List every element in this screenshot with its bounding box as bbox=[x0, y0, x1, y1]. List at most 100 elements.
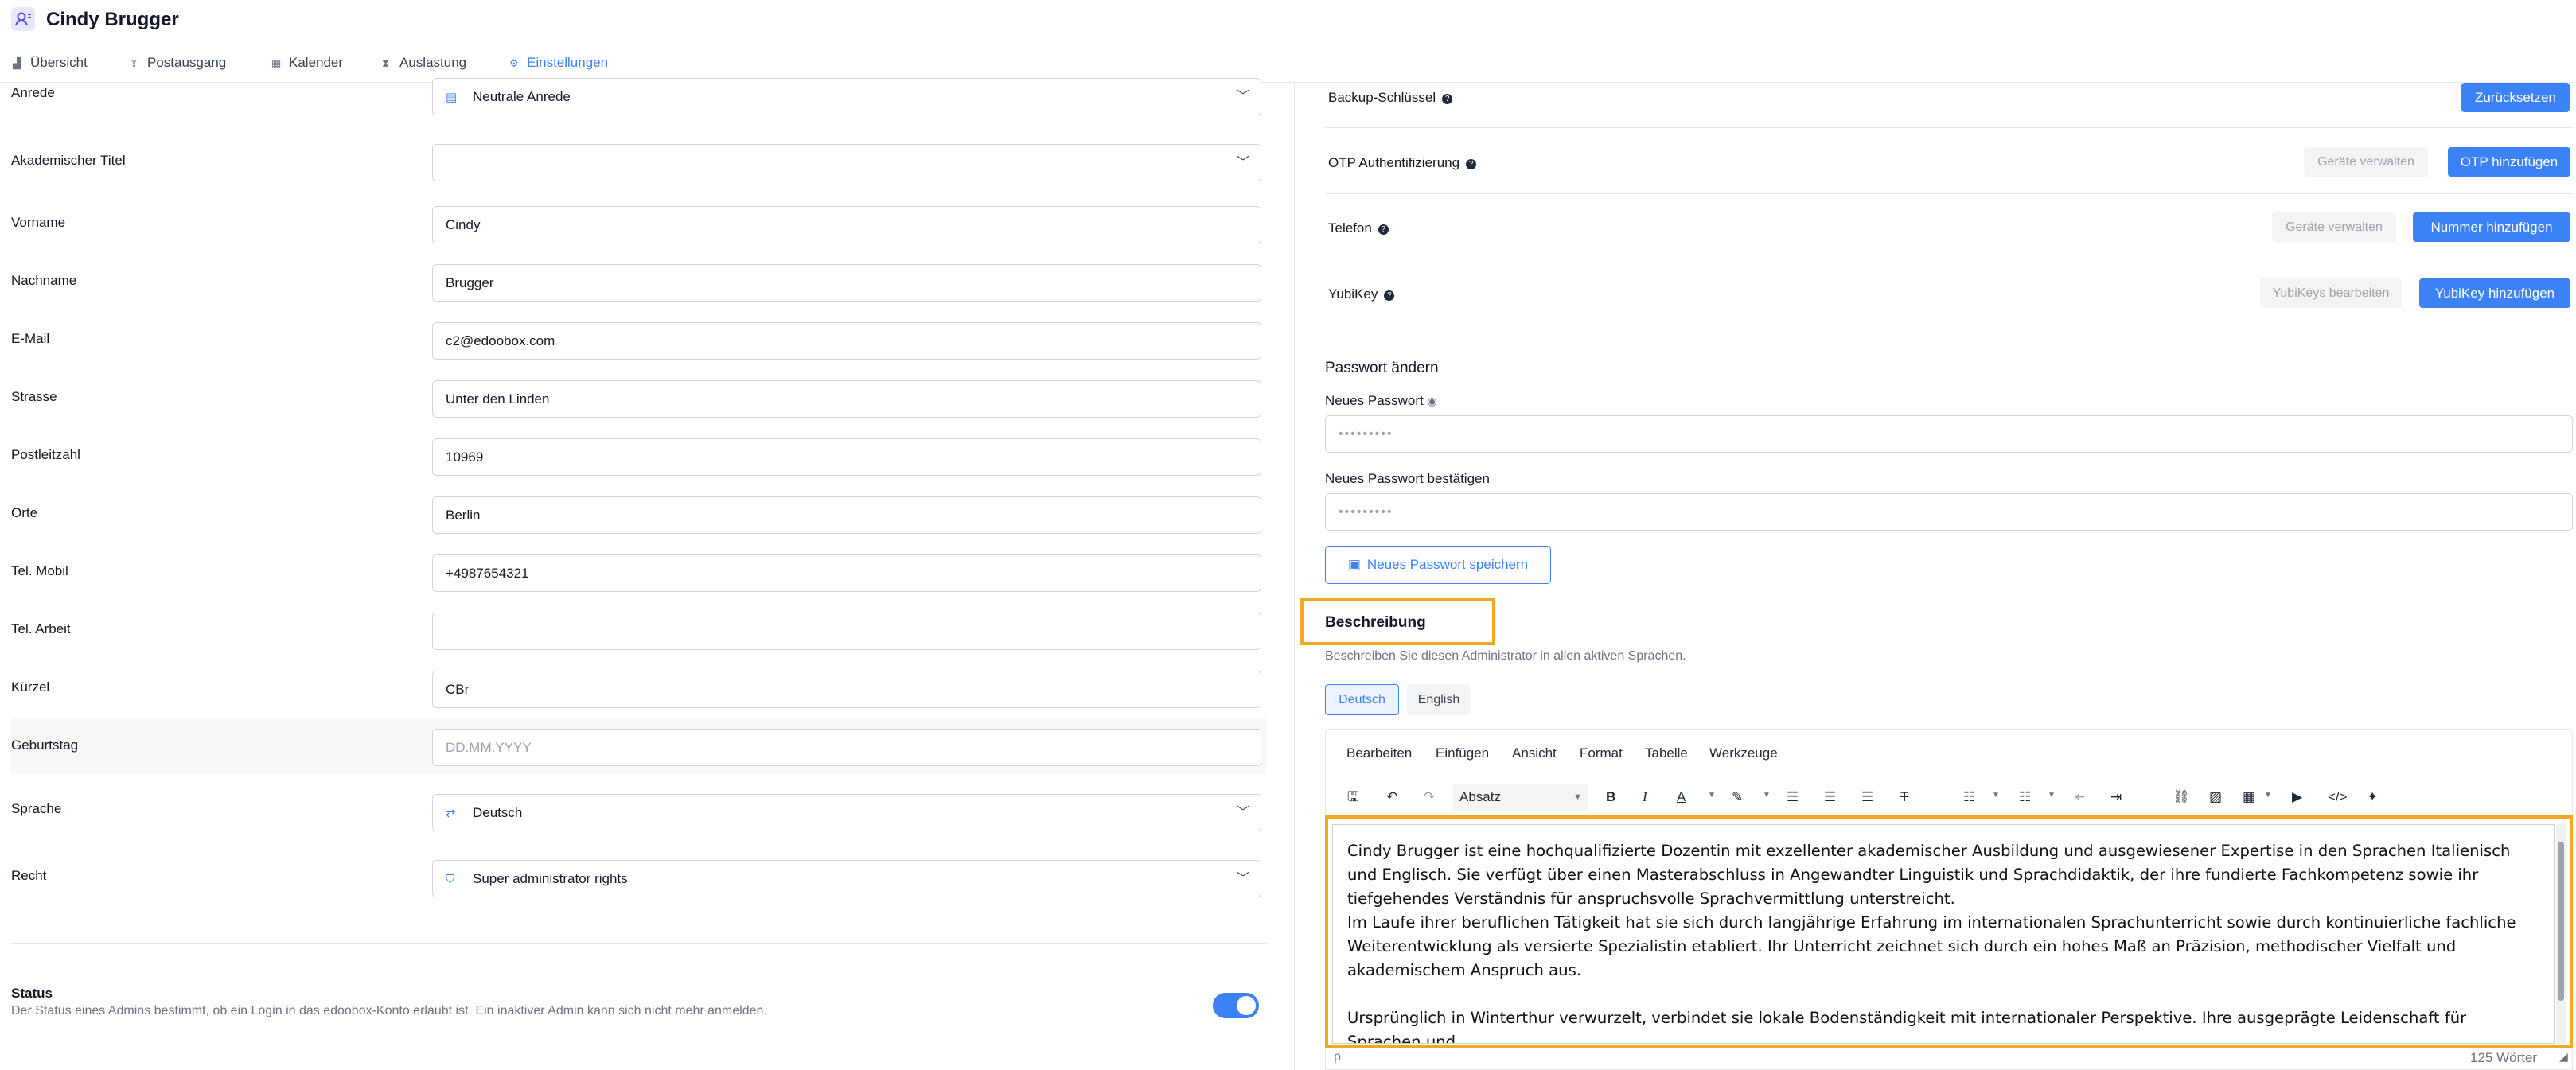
reset-backup-button[interactable]: Zurücksetzen bbox=[2461, 83, 2570, 112]
new-password-field[interactable]: ••••••••• bbox=[1325, 415, 2573, 453]
language-tab-english[interactable]: English bbox=[1407, 684, 1471, 715]
tab-calendar[interactable]: ▦ Kalender bbox=[271, 51, 343, 83]
redo-icon[interactable]: ↷ bbox=[1424, 786, 1435, 808]
undo-icon[interactable]: ↶ bbox=[1386, 786, 1397, 808]
rights-label: Recht bbox=[11, 868, 47, 883]
menu-format[interactable]: Format bbox=[1580, 745, 1623, 761]
toggle-knob bbox=[1237, 996, 1256, 1015]
block-format-value: Absatz bbox=[1459, 789, 1501, 804]
language-value: Deutsch bbox=[473, 805, 523, 820]
otp-label: OTP Authentifizierung? bbox=[1328, 155, 1477, 171]
bullet-list-icon[interactable]: ☷ bbox=[1963, 786, 1975, 808]
status-description: Der Status eines Admins bestimmt, ob ein… bbox=[11, 1004, 767, 1017]
save-icon: ▣ bbox=[1347, 557, 1361, 572]
new-password-label: Neues Passwort ◉ bbox=[1325, 393, 1437, 409]
help-icon[interactable]: ? bbox=[1378, 224, 1389, 235]
menu-tools[interactable]: Werkzeuge bbox=[1709, 745, 1778, 761]
menu-view[interactable]: Ansicht bbox=[1512, 745, 1557, 761]
academic-title-label: Akademischer Titel bbox=[11, 153, 126, 168]
otp-manage-devices-button[interactable]: Geräte verwalten bbox=[2304, 147, 2428, 177]
table-icon[interactable]: ▦ bbox=[2243, 786, 2255, 808]
help-icon[interactable]: ? bbox=[1442, 94, 1453, 104]
email-field[interactable]: c2@edoobox.com bbox=[432, 322, 1261, 360]
edit-yubikeys-button[interactable]: YubiKeys bearbeiten bbox=[2260, 278, 2402, 308]
italic-icon[interactable]: I bbox=[1643, 786, 1647, 808]
media-icon[interactable]: ▶ bbox=[2292, 786, 2302, 808]
rights-value: Super administrator rights bbox=[473, 871, 628, 886]
language-label: Sprache bbox=[11, 801, 62, 816]
help-icon[interactable]: ? bbox=[1384, 290, 1395, 301]
menu-edit[interactable]: Bearbeiten bbox=[1346, 745, 1412, 761]
numbered-list-icon[interactable]: ☷ bbox=[2019, 786, 2031, 808]
word-count[interactable]: 125 Wörter bbox=[2470, 1050, 2537, 1066]
eye-icon[interactable]: ◉ bbox=[1428, 395, 1437, 407]
phone-text: Telefon bbox=[1328, 220, 1372, 235]
language-select[interactable]: ⇄ Deutsch ﹀ bbox=[432, 794, 1261, 831]
description-subtitle: Beschreiben Sie diesen Administrator in … bbox=[1325, 649, 1686, 663]
save-password-label: Neues Passwort speichern bbox=[1366, 557, 1529, 572]
resize-handle-icon[interactable]: ◢ bbox=[2559, 1050, 2568, 1064]
save-password-button[interactable]: ▣ Neues Passwort speichern bbox=[1325, 546, 1551, 584]
link-icon[interactable]: ⛓ bbox=[2173, 786, 2190, 808]
phone-label: Telefon? bbox=[1328, 220, 1389, 236]
abbreviation-field[interactable]: CBr bbox=[432, 671, 1261, 708]
zip-field[interactable]: 10969 bbox=[432, 438, 1261, 476]
backup-key-text: Backup-Schlüssel bbox=[1328, 90, 1436, 105]
caret-down-icon[interactable]: ▼ bbox=[2264, 791, 2272, 800]
yubikey-label: YubiKey? bbox=[1328, 286, 1395, 302]
help-icon[interactable]: ? bbox=[1466, 159, 1477, 169]
salutation-value: Neutrale Anrede bbox=[473, 89, 571, 104]
city-field[interactable]: Berlin bbox=[432, 496, 1261, 534]
birthday-field[interactable]: DD.MM.YYYY bbox=[432, 729, 1261, 766]
tab-outbox[interactable]: ⇪ Postausgang bbox=[130, 51, 226, 83]
salutation-select[interactable]: ▤ Neutrale Anrede ﹀ bbox=[432, 78, 1261, 115]
rights-select[interactable]: ⛉ Super administrator rights ﹀ bbox=[432, 860, 1261, 897]
caret-down-icon[interactable]: ▼ bbox=[1708, 791, 1716, 800]
page-title: Cindy Brugger bbox=[46, 9, 179, 30]
work-phone-field[interactable] bbox=[432, 613, 1261, 650]
street-field[interactable]: Unter den Linden bbox=[432, 380, 1261, 418]
add-otp-button[interactable]: OTP hinzufügen bbox=[2448, 147, 2570, 177]
zip-label: Postleitzahl bbox=[11, 447, 80, 462]
caret-down-icon[interactable]: ▼ bbox=[1992, 791, 2000, 800]
firstname-label: Vorname bbox=[11, 215, 66, 230]
caret-down-icon[interactable]: ▼ bbox=[1763, 791, 1771, 800]
menu-insert[interactable]: Einfügen bbox=[1436, 745, 1489, 761]
academic-title-select[interactable]: ﹀ bbox=[432, 144, 1261, 181]
align-right-icon[interactable]: ☰ bbox=[1861, 786, 1873, 808]
language-tab-deutsch[interactable]: Deutsch bbox=[1325, 684, 1399, 715]
magic-wand-icon[interactable]: ✦ bbox=[2367, 786, 2378, 808]
align-left-icon[interactable]: ☰ bbox=[1787, 786, 1799, 808]
firstname-field[interactable]: Cindy bbox=[432, 206, 1261, 243]
save-icon[interactable]: 🖫 bbox=[1347, 786, 1358, 808]
image-icon[interactable]: ▨ bbox=[2209, 786, 2222, 808]
align-center-icon[interactable]: ☰ bbox=[1824, 786, 1836, 808]
mobile-field[interactable]: +4987654321 bbox=[432, 554, 1261, 592]
caret-down-icon[interactable]: ▼ bbox=[2048, 791, 2056, 800]
highlight-color-icon[interactable]: ✎ bbox=[1732, 786, 1743, 808]
work-phone-label: Tel. Arbeit bbox=[11, 621, 71, 636]
editor-element-path[interactable]: p bbox=[1334, 1050, 1341, 1064]
menu-table[interactable]: Tabelle bbox=[1645, 745, 1688, 761]
phone-manage-devices-button[interactable]: Geräte verwalten bbox=[2272, 212, 2396, 242]
password-heading: Passwort ändern bbox=[1325, 360, 1439, 376]
indent-icon[interactable]: ⇥ bbox=[2110, 786, 2122, 808]
clear-formatting-icon[interactable]: T bbox=[1900, 786, 1908, 808]
tab-label: Postausgang bbox=[147, 55, 227, 70]
add-phone-button[interactable]: Nummer hinzufügen bbox=[2413, 212, 2570, 242]
bold-icon[interactable]: B bbox=[1606, 786, 1615, 808]
lastname-field[interactable]: Brugger bbox=[432, 264, 1261, 302]
email-label: E-Mail bbox=[11, 331, 50, 346]
outdent-icon[interactable]: ⇤ bbox=[2074, 786, 2085, 808]
tab-overview[interactable]: ▟ Übersicht bbox=[13, 51, 88, 83]
status-toggle[interactable] bbox=[1213, 993, 1259, 1018]
shield-icon: ⛉ bbox=[446, 873, 455, 886]
confirm-password-field[interactable]: ••••••••• bbox=[1325, 493, 2573, 531]
text-color-icon[interactable]: A bbox=[1677, 786, 1686, 808]
source-code-icon[interactable]: </> bbox=[2328, 786, 2348, 808]
mobile-label: Tel. Mobil bbox=[11, 563, 68, 578]
column-divider bbox=[1294, 83, 1295, 1070]
tab-label: Einstellungen bbox=[527, 55, 609, 70]
block-format-select[interactable]: Absatz ▼ bbox=[1453, 784, 1588, 810]
add-yubikey-button[interactable]: YubiKey hinzufügen bbox=[2419, 278, 2570, 308]
